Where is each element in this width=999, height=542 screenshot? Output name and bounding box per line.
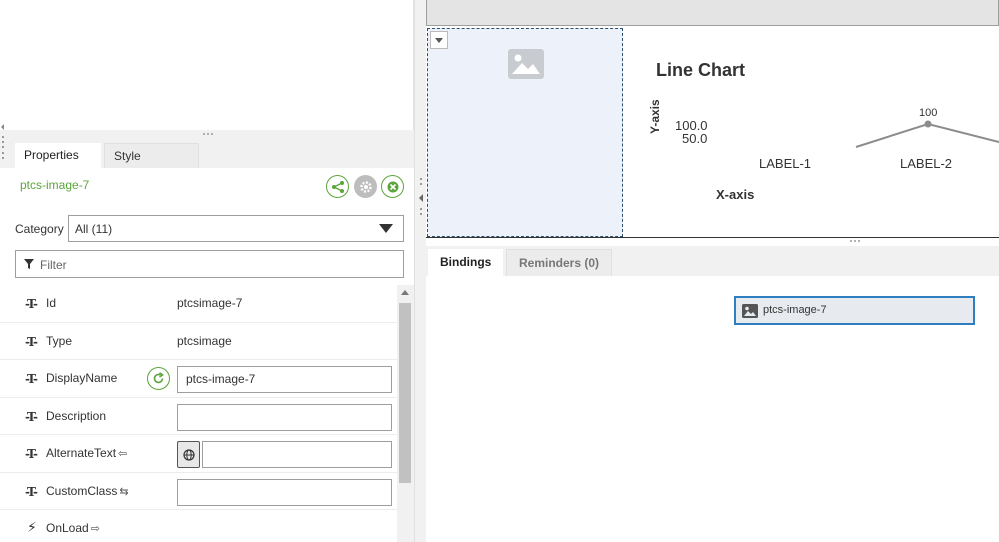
property-name: CustomClass ⇆ xyxy=(46,484,129,498)
property-row-id: -T- Id ptcsimage-7 xyxy=(0,285,397,323)
category-label: Category xyxy=(15,222,64,236)
property-name: Type xyxy=(46,333,73,348)
properties-tabbar: Properties Style Properties xyxy=(0,140,414,187)
image-widget[interactable] xyxy=(427,28,623,237)
text-type-icon: -T- xyxy=(25,484,38,499)
mashup-canvas[interactable]: Line Chart Y-axis 100.0 50.0 LABEL-1 LAB… xyxy=(426,26,999,238)
bindings-tabbar: Bindings Reminders (0) xyxy=(426,246,999,276)
chart-series-line xyxy=(855,120,999,148)
close-button[interactable] xyxy=(381,175,404,198)
category-value: All (11) xyxy=(75,222,113,236)
tab-properties[interactable]: Properties xyxy=(15,143,101,168)
property-value: ptcsimage-7 xyxy=(177,296,243,310)
category-select[interactable]: All (11) xyxy=(68,215,404,242)
binding-node-label: ptcs-image-7 xyxy=(763,304,827,316)
binding-in-icon: ⇦ xyxy=(118,448,128,460)
tab-reminders[interactable]: Reminders (0) xyxy=(506,249,613,276)
image-placeholder-icon xyxy=(508,49,544,79)
refresh-button[interactable] xyxy=(147,367,170,390)
globe-icon xyxy=(182,448,195,461)
property-row-type: -T- Type ptcsimage xyxy=(0,323,397,360)
property-row-customclass: -T- CustomClass ⇆ xyxy=(0,473,397,510)
property-name: DisplayName xyxy=(46,371,118,385)
scroll-thumb[interactable] xyxy=(399,303,411,483)
property-name: Description xyxy=(46,408,107,423)
binding-inout-icon: ⇆ xyxy=(119,485,129,498)
close-icon xyxy=(387,181,398,192)
widget-menu-button[interactable] xyxy=(430,31,448,49)
tab-style-properties[interactable]: Style Properties xyxy=(104,143,199,187)
properties-header: ptcs-image-7 xyxy=(0,168,414,208)
panel-collapse-grip-icon[interactable] xyxy=(0,122,6,162)
x-tick-label: LABEL-2 xyxy=(900,156,953,171)
property-name: OnLoad ⇨ xyxy=(46,521,100,535)
canvas-toolbar xyxy=(426,0,999,26)
x-tick-label: LABEL-1 xyxy=(759,156,812,171)
property-list: -T- Id ptcsimage-7 -T- Type ptcsimage -T… xyxy=(0,285,397,542)
alternatetext-input[interactable] xyxy=(202,441,392,468)
category-row: Category All (11) xyxy=(0,214,414,244)
property-row-alternatetext: -T- AlternateText ⇦ xyxy=(0,435,397,473)
property-name-text: AlternateText xyxy=(46,446,117,460)
property-row-onload: ⚡ OnLoad ⇨ xyxy=(0,510,397,542)
chart-title: Line Chart xyxy=(656,60,746,80)
customclass-input[interactable] xyxy=(177,478,392,506)
canvas-splitter[interactable] xyxy=(426,238,999,246)
event-bolt-icon: ⚡ xyxy=(27,520,37,536)
data-point-marker xyxy=(924,120,932,128)
binding-node[interactable]: ptcs-image-7 xyxy=(734,296,975,325)
property-value: ptcsimage xyxy=(177,333,232,348)
property-row-description: -T- Description xyxy=(0,398,397,435)
filter-icon xyxy=(24,259,34,269)
text-type-icon: -T- xyxy=(25,409,38,424)
horizontal-splitter[interactable] xyxy=(0,130,414,140)
bindings-area: ptcs-image-7 xyxy=(426,276,999,542)
property-name: AlternateText ⇦ xyxy=(46,446,127,460)
tab-bindings[interactable]: Bindings xyxy=(428,249,504,276)
property-name-text: OnLoad xyxy=(46,521,89,535)
displayname-input[interactable]: ptcs-image-7 xyxy=(177,366,392,393)
widget-tree-area xyxy=(0,0,414,130)
share-button[interactable] xyxy=(326,175,349,198)
refresh-icon xyxy=(153,372,164,384)
chevron-down-icon xyxy=(379,224,393,233)
x-axis-label: X-axis xyxy=(716,187,755,202)
property-name: Id xyxy=(46,296,57,310)
image-icon xyxy=(742,304,758,318)
share-icon xyxy=(331,180,344,193)
chevron-down-icon xyxy=(435,38,443,43)
property-name-text: CustomClass xyxy=(46,483,118,498)
text-type-icon: -T- xyxy=(25,372,38,386)
grip-icon xyxy=(203,133,217,137)
y-tick-label: 50.0 xyxy=(682,131,708,146)
filter-placeholder: Filter xyxy=(40,258,67,272)
property-list-scrollbar[interactable] xyxy=(397,285,414,542)
localize-button[interactable] xyxy=(177,441,200,468)
binding-out-icon: ⇨ xyxy=(90,523,100,535)
property-row-displayname: -T- DisplayName ptcs-image-7 xyxy=(0,360,397,398)
widget-name: ptcs-image-7 xyxy=(20,178,90,192)
text-type-icon: -T- xyxy=(25,447,38,461)
text-type-icon: -T- xyxy=(25,334,38,349)
gear-icon xyxy=(359,180,372,193)
y-axis-label: Y-axis xyxy=(648,99,662,134)
description-input[interactable] xyxy=(177,403,392,431)
text-type-icon: -T- xyxy=(25,297,38,311)
scroll-up-icon[interactable] xyxy=(401,290,409,295)
grip-icon xyxy=(850,240,860,242)
vertical-splitter[interactable] xyxy=(414,0,426,542)
settings-button[interactable] xyxy=(354,175,377,198)
splitter-grip-icon xyxy=(419,178,423,215)
properties-panel: Properties Style Properties ptcs-image-7… xyxy=(0,0,414,542)
filter-input[interactable]: Filter xyxy=(15,250,404,278)
